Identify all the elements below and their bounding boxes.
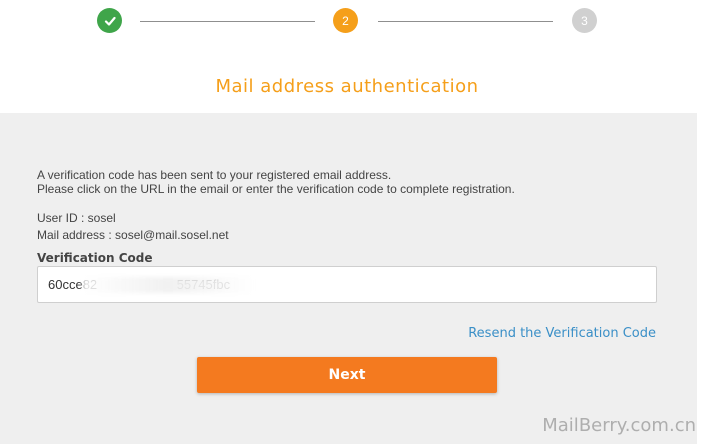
verification-panel: A verification code has been sent to you… xyxy=(0,113,697,444)
check-icon xyxy=(104,16,116,26)
progress-stepper: 2 3 xyxy=(0,8,704,34)
step-1-completed xyxy=(97,8,122,33)
info-message-line-2: Please click on the URL in the email or … xyxy=(37,182,515,196)
user-id-text: User ID : sosel xyxy=(37,211,116,225)
page-title: Mail address authentication xyxy=(215,76,479,97)
info-message-line-1: A verification code has been sent to you… xyxy=(37,168,392,182)
next-button[interactable]: Next xyxy=(197,357,497,393)
watermark: MailBerry.com.cn xyxy=(542,415,696,436)
step-connector xyxy=(378,21,553,22)
step-3-upcoming: 3 xyxy=(572,8,597,33)
step-connector xyxy=(140,21,315,22)
resend-code-link[interactable]: Resend the Verification Code xyxy=(468,326,656,341)
verification-code-input[interactable] xyxy=(37,266,657,303)
step-2-current: 2 xyxy=(333,8,358,33)
verification-code-label: Verification Code xyxy=(37,251,153,265)
mail-address-text: Mail address : sosel@mail.sosel.net xyxy=(37,228,229,242)
